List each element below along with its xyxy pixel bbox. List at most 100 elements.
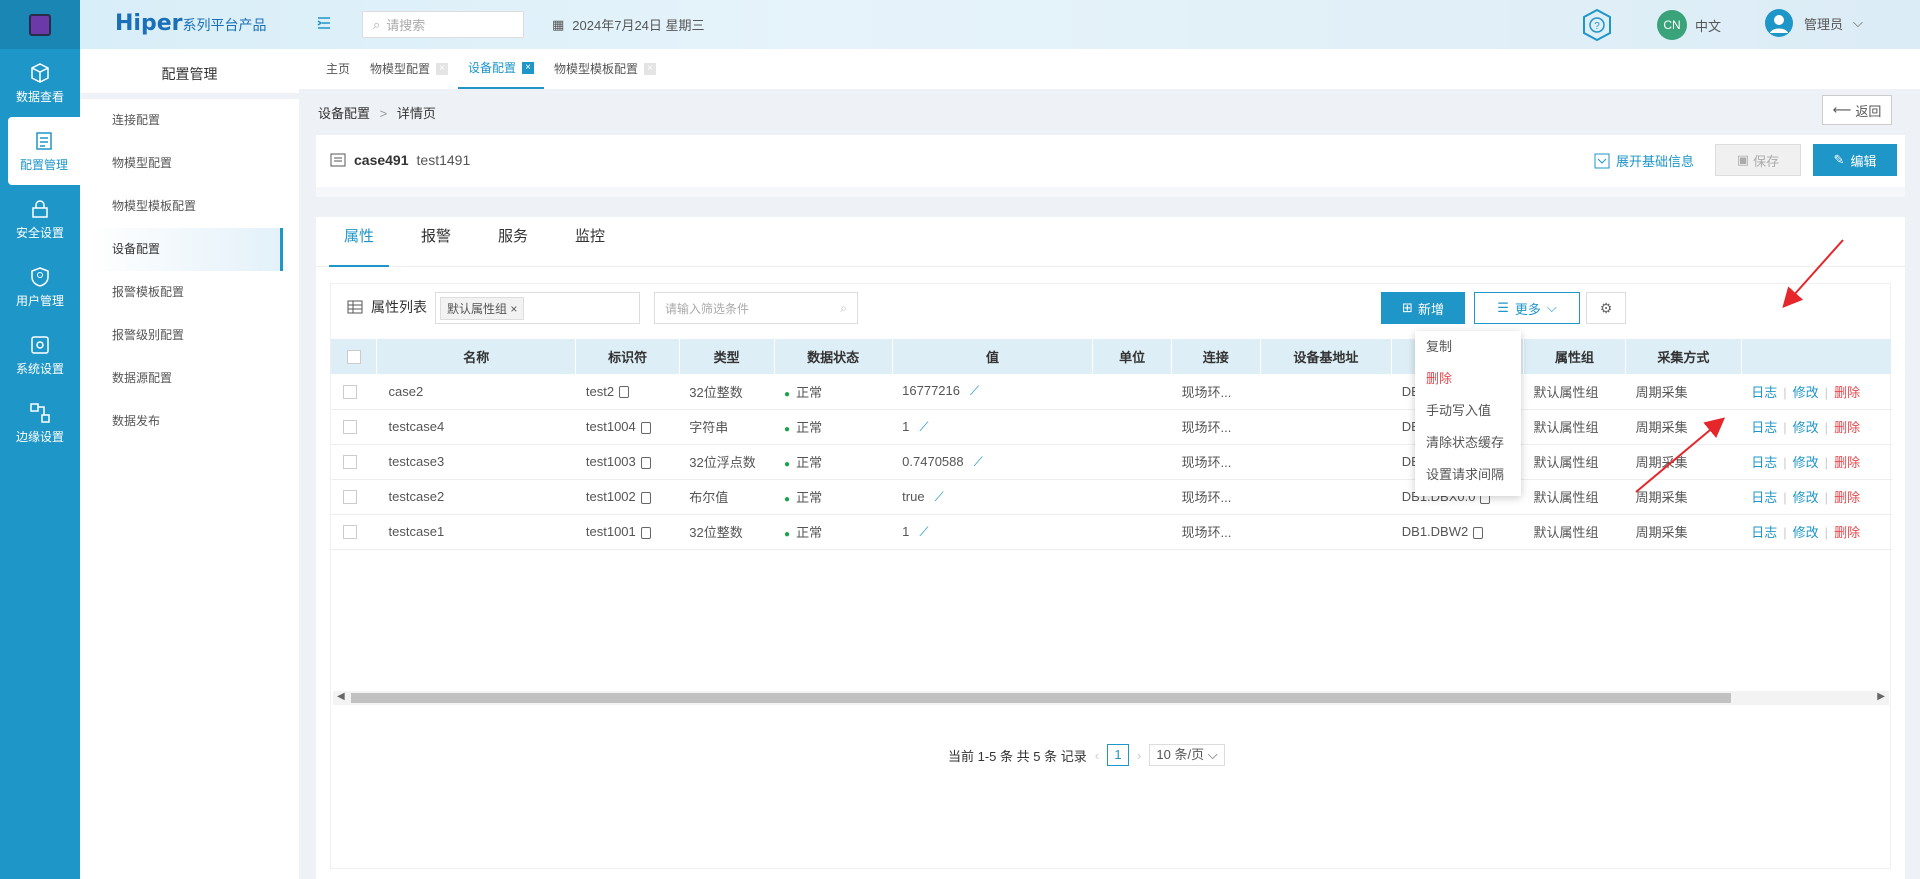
copy-icon[interactable]	[640, 456, 651, 469]
sidebar-item-5[interactable]: 报警级别配置	[80, 314, 299, 357]
sidebar-item-6[interactable]: 数据源配置	[80, 357, 299, 400]
close-icon[interactable]: ×	[510, 302, 517, 316]
more-button[interactable]: ☰ 更多 ⌵	[1474, 292, 1580, 324]
log-link[interactable]: 日志	[1751, 420, 1777, 435]
delete-link[interactable]: 删除	[1834, 455, 1860, 470]
save-button[interactable]: ▣ 保存	[1715, 144, 1801, 176]
tab-0[interactable]: 主页	[316, 49, 360, 89]
nav-item-5[interactable]: 边缘设置	[0, 389, 80, 457]
tab-1[interactable]: 物模型配置 ×	[360, 49, 458, 89]
close-icon[interactable]: ×	[522, 62, 535, 74]
language-switch[interactable]: CN 中文	[1657, 10, 1721, 40]
more-menu-item-3[interactable]: 清除状态缓存	[1415, 427, 1521, 459]
trend-chart-icon[interactable]: ⟋	[919, 419, 928, 434]
trend-chart-icon[interactable]: ⟋	[919, 524, 928, 539]
copy-icon[interactable]	[1473, 526, 1484, 539]
copy-icon[interactable]	[640, 421, 651, 434]
sidebar-item-0[interactable]: 连接配置	[80, 99, 299, 142]
cell-status: 正常	[796, 384, 823, 400]
document-icon	[330, 153, 346, 167]
trend-chart-icon[interactable]: ⟋	[974, 454, 983, 469]
scrollbar-thumb[interactable]	[351, 693, 1731, 703]
row-checkbox[interactable]	[343, 420, 357, 435]
nav-item-4[interactable]: 系统设置	[0, 321, 80, 389]
edit-link[interactable]: 修改	[1793, 385, 1819, 400]
close-icon[interactable]: ×	[436, 63, 449, 75]
edit-link[interactable]: 修改	[1793, 525, 1819, 540]
table-row[interactable]: testcase2 test1002 布尔值 ● 正常 true ⟋ 现场环... DB1.DB…	[331, 479, 1892, 515]
expand-info-button[interactable]: 展开基础信息	[1594, 151, 1694, 170]
column-header: 值	[892, 339, 1094, 374]
copy-icon[interactable]	[619, 386, 630, 399]
search-icon: ⌕	[840, 301, 847, 315]
table-row[interactable]: case2test232位整数●正常16777216⟋现场环...DB1.DBW…	[331, 374, 1892, 410]
edit-link[interactable]: 修改	[1793, 420, 1819, 435]
table-row[interactable]: testcase1 test1001 32位整数 ● 正常 1 ⟋ 现场环... DB1.DBW…	[331, 514, 1892, 550]
avatar	[1765, 9, 1793, 37]
breadcrumb-root[interactable]: 设备配置	[318, 106, 370, 121]
nav-item-0[interactable]: 数据查看	[0, 49, 80, 117]
more-menu-item-1[interactable]: 删除	[1415, 363, 1521, 395]
edit-link[interactable]: 修改	[1793, 490, 1819, 505]
delete-link[interactable]: 删除	[1834, 385, 1860, 400]
delete-link[interactable]: 删除	[1834, 490, 1860, 505]
log-link[interactable]: 日志	[1751, 385, 1777, 400]
panel-tab-1[interactable]: 报警	[406, 217, 466, 267]
table-row[interactable]: testcase4test1004字符串●正常1⟋现场环...DB1.DBX16…	[331, 409, 1892, 445]
more-menu-item-0[interactable]: 复制	[1415, 331, 1521, 363]
edit-link[interactable]: 修改	[1793, 455, 1819, 470]
row-checkbox[interactable]	[343, 525, 357, 540]
filter-input[interactable]: 请输入筛选条件 ⌕	[654, 292, 858, 324]
page-number[interactable]: 1	[1107, 744, 1130, 766]
select-all-checkbox[interactable]	[346, 350, 361, 365]
add-button[interactable]: ⊞ 新增	[1381, 292, 1465, 324]
menu-fold-icon[interactable]	[316, 15, 332, 34]
next-page-icon[interactable]: ›	[1137, 748, 1141, 763]
sidebar-item-7[interactable]: 数据发布	[80, 400, 299, 443]
cell-value: 1	[902, 523, 910, 539]
row-checkbox[interactable]	[343, 455, 357, 470]
panel-tab-0[interactable]: 属性	[329, 217, 390, 267]
back-button[interactable]: ⟵ 返回	[1822, 95, 1892, 125]
list-title: 属性列表	[347, 297, 427, 317]
panel-tab-2[interactable]: 服务	[483, 217, 543, 267]
sidebar-item-3[interactable]: 设备配置	[88, 228, 283, 271]
sidebar-item-4[interactable]: 报警模板配置	[80, 271, 299, 314]
cell-connection: 现场环...	[1171, 479, 1261, 515]
prev-page-icon[interactable]: ‹	[1095, 748, 1099, 763]
edit-button[interactable]: ✎ 编辑	[1813, 144, 1897, 176]
sidebar-item-2[interactable]: 物模型模板配置	[80, 185, 299, 228]
global-search-input[interactable]: ⌕ 请搜索	[362, 11, 524, 38]
column-settings-button[interactable]: ⚙	[1586, 292, 1626, 324]
group-chip[interactable]: 默认属性组 ×	[440, 296, 525, 320]
page-size-select[interactable]: 10 条/页 ⌵	[1149, 744, 1225, 766]
more-menu-item-4[interactable]: 设置请求间隔	[1415, 459, 1521, 491]
row-checkbox[interactable]	[343, 490, 357, 505]
trend-chart-icon[interactable]: ⟋	[935, 489, 944, 504]
nav-item-3[interactable]: 用户管理	[0, 253, 80, 321]
log-link[interactable]: 日志	[1751, 525, 1777, 540]
tab-3[interactable]: 物模型模板配置 ×	[544, 49, 666, 89]
log-link[interactable]: 日志	[1751, 490, 1777, 505]
nav-item-1[interactable]: 配置管理	[8, 117, 80, 185]
nav-item-2[interactable]: 安全设置	[0, 185, 80, 253]
log-link[interactable]: 日志	[1751, 455, 1777, 470]
trend-chart-icon[interactable]: ⟋	[970, 383, 979, 398]
table-row[interactable]: testcase3 test1003 32位浮点数 ● 正常 0.7470588 ⟋ 现场环.…	[331, 444, 1892, 480]
row-checkbox[interactable]	[343, 385, 357, 400]
help-icon[interactable]: ?	[1580, 8, 1614, 42]
copy-icon[interactable]	[640, 491, 651, 504]
panel-tab-3[interactable]: 监控	[560, 217, 620, 267]
tab-2[interactable]: 设备配置 ×	[458, 49, 545, 89]
brand-logo: Hiper系列平台产品	[115, 11, 267, 36]
user-menu[interactable]: 管理员 ⌵	[1764, 8, 1863, 38]
sidebar-item-1[interactable]: 物模型配置	[80, 142, 299, 185]
close-icon[interactable]: ×	[644, 63, 657, 75]
delete-link[interactable]: 删除	[1834, 525, 1860, 540]
group-select[interactable]: 默认属性组 ×	[435, 292, 640, 324]
copy-icon[interactable]	[640, 526, 651, 539]
delete-link[interactable]: 删除	[1834, 420, 1860, 435]
horizontal-scrollbar[interactable]: ◀ ▶	[333, 691, 1889, 705]
more-menu-item-2[interactable]: 手动写入值	[1415, 395, 1521, 427]
sub-sidebar: 配置管理 连接配置 物模型配置 物模型模板配置 设备配置 报警模板配置 报警级别配置 数据源…	[80, 49, 299, 879]
